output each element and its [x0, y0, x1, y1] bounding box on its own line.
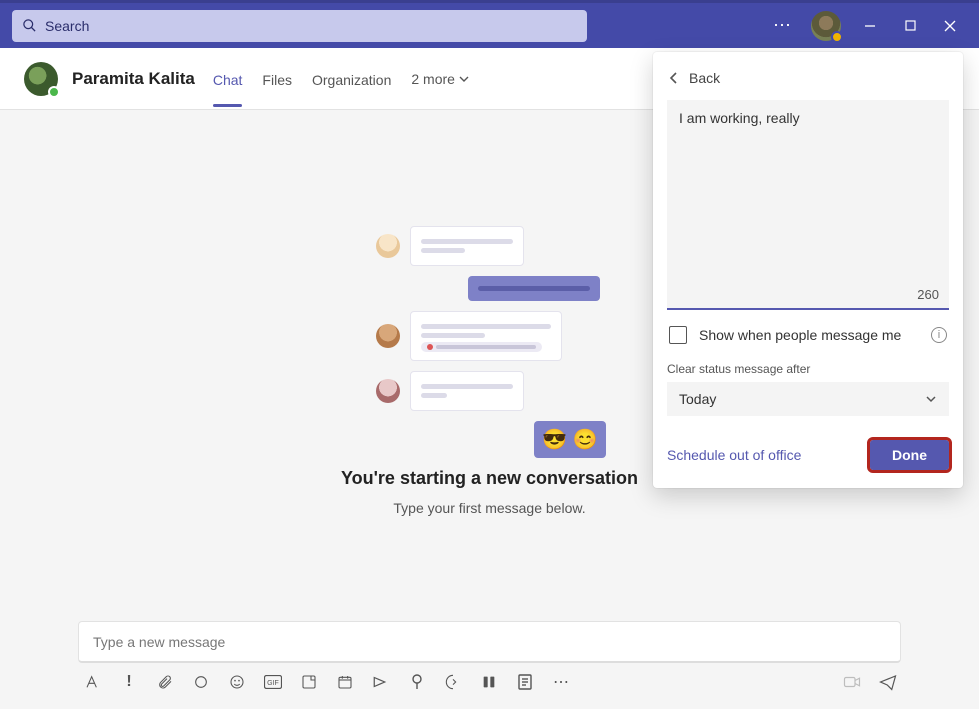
- priority-icon[interactable]: !: [120, 673, 138, 691]
- tab-more-label: 2 more: [411, 71, 455, 87]
- status-message-input[interactable]: I am working, really 260: [667, 100, 949, 310]
- svg-text:GIF: GIF: [267, 680, 279, 687]
- title-bar: Search ⋯: [0, 0, 979, 48]
- clear-after-value: Today: [679, 391, 716, 407]
- compose-area: Type a new message ! GIF ⋯: [0, 617, 979, 709]
- stream-icon[interactable]: [372, 673, 390, 691]
- empty-illustration: 😎😊: [376, 226, 606, 458]
- search-placeholder: Search: [45, 18, 89, 34]
- video-clip-icon[interactable]: [843, 673, 861, 691]
- empty-sub: Type your first message below.: [0, 500, 979, 516]
- loop-icon[interactable]: [192, 673, 210, 691]
- illus-avatar: [376, 234, 400, 258]
- info-icon[interactable]: i: [931, 327, 947, 343]
- send-icon[interactable]: [879, 673, 897, 691]
- minimize-button[interactable]: [859, 15, 881, 37]
- show-when-message-label: Show when people message me: [699, 327, 901, 343]
- tab-files[interactable]: Files: [262, 52, 292, 106]
- clear-after-label: Clear status message after: [667, 362, 949, 376]
- format-icon[interactable]: [84, 673, 102, 691]
- emoji-icon[interactable]: [228, 673, 246, 691]
- more-actions-icon[interactable]: ⋯: [552, 673, 570, 691]
- message-placeholder: Type a new message: [93, 634, 225, 650]
- praise-icon[interactable]: [480, 673, 498, 691]
- attach-icon[interactable]: [156, 673, 174, 691]
- tab-chat[interactable]: Chat: [213, 52, 243, 106]
- search-icon: [22, 18, 37, 33]
- back-button[interactable]: Back: [669, 70, 949, 86]
- more-icon[interactable]: ⋯: [771, 15, 793, 37]
- approval-icon[interactable]: [408, 673, 426, 691]
- maximize-button[interactable]: [899, 15, 921, 37]
- back-label: Back: [689, 70, 720, 86]
- illus-avatar: [376, 324, 400, 348]
- user-avatar[interactable]: [811, 11, 841, 41]
- status-message-text: I am working, really: [679, 110, 800, 126]
- show-when-message-checkbox[interactable]: [669, 326, 687, 344]
- contact-avatar[interactable]: [24, 62, 58, 96]
- char-count: 260: [917, 287, 939, 302]
- tab-more[interactable]: 2 more: [411, 71, 469, 87]
- search-input[interactable]: Search: [12, 10, 587, 42]
- sticker-icon[interactable]: [300, 673, 318, 691]
- chevron-down-icon: [925, 393, 937, 405]
- status-panel: Back I am working, really 260 Show when …: [653, 52, 963, 488]
- chevron-down-icon: [459, 74, 469, 84]
- schedule-ooo-link[interactable]: Schedule out of office: [667, 447, 801, 463]
- message-input[interactable]: Type a new message: [78, 621, 901, 663]
- schedule-icon[interactable]: [336, 673, 354, 691]
- contact-name: Paramita Kalita: [72, 69, 195, 89]
- gif-icon[interactable]: GIF: [264, 673, 282, 691]
- contact-presence-badge: [48, 86, 60, 98]
- illus-avatar: [376, 379, 400, 403]
- updates-icon[interactable]: [516, 673, 534, 691]
- viva-icon[interactable]: [444, 673, 462, 691]
- clear-after-select[interactable]: Today: [667, 382, 949, 416]
- close-button[interactable]: [939, 15, 961, 37]
- presence-badge: [831, 31, 843, 43]
- done-button[interactable]: Done: [870, 440, 949, 470]
- chevron-left-icon: [669, 72, 679, 84]
- illus-emoji: 😎😊: [534, 421, 606, 458]
- tab-organization[interactable]: Organization: [312, 52, 391, 106]
